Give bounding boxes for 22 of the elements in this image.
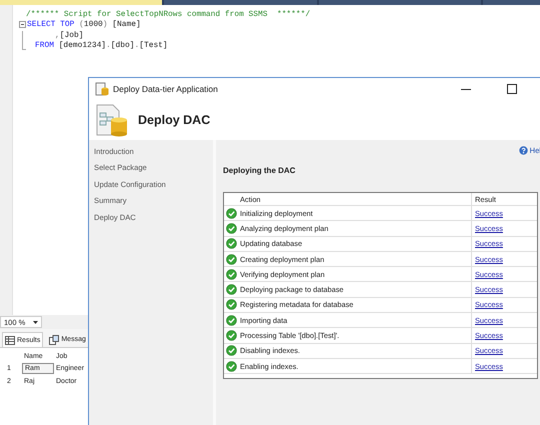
maximize-icon[interactable] [507, 84, 517, 94]
check-icon [226, 314, 236, 326]
check-icon [226, 238, 236, 250]
check-icon [226, 284, 236, 296]
check-icon [226, 345, 236, 356]
section-title: Deploying the DAC [223, 166, 296, 175]
check-icon [226, 208, 236, 219]
package-icon [95, 82, 109, 96]
check-icon [226, 299, 236, 310]
check-icon [226, 268, 236, 280]
grid-icon [5, 336, 15, 344]
help-icon[interactable] [518, 146, 528, 154]
caret-icon [33, 320, 38, 324]
check-icon [226, 330, 236, 342]
window-title: Deploy Data-tier Application [113, 84, 218, 94]
collapse-icon[interactable] [19, 21, 26, 28]
dialog-heading: Deploy DAC [138, 112, 210, 126]
check-icon [226, 222, 236, 234]
check-icon [226, 360, 236, 372]
check-icon [226, 254, 236, 265]
database-icon [95, 102, 129, 136]
messages-icon [49, 334, 60, 344]
